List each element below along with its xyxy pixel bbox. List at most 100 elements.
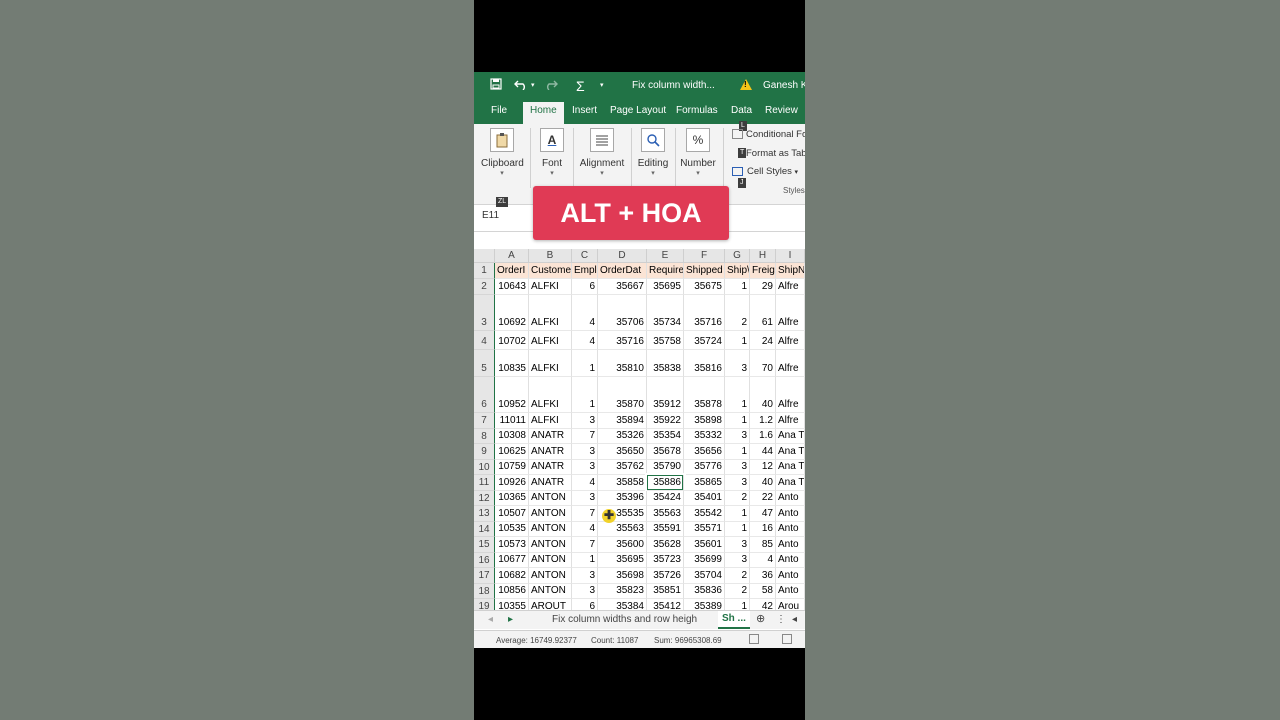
- table-cell[interactable]: Alfre: [776, 279, 805, 295]
- table-cell[interactable]: Ana T: [776, 428, 805, 444]
- table-cell[interactable]: 3: [725, 428, 750, 444]
- table-cell[interactable]: 35563: [598, 521, 647, 537]
- tab-review[interactable]: Review: [765, 105, 798, 116]
- table-cell[interactable]: ANATR: [529, 444, 572, 460]
- table-cell[interactable]: Anto: [776, 521, 805, 537]
- column-header[interactable]: F: [684, 249, 725, 263]
- table-cell[interactable]: 35591: [647, 521, 684, 537]
- table-cell[interactable]: 1: [725, 521, 750, 537]
- header-cell[interactable]: Freig: [750, 263, 776, 279]
- table-cell[interactable]: 35716: [598, 331, 647, 350]
- table-cell[interactable]: 35396: [598, 490, 647, 506]
- tab-page-layout[interactable]: Page Layout: [610, 105, 666, 116]
- table-cell[interactable]: Anto: [776, 583, 805, 599]
- table-cell[interactable]: 35706: [598, 295, 647, 331]
- tab-home[interactable]: Home: [523, 102, 564, 124]
- undo-dropdown-icon[interactable]: ▾: [531, 78, 535, 94]
- table-cell[interactable]: 16: [750, 521, 776, 537]
- table-cell[interactable]: ANTON: [529, 506, 572, 522]
- table-cell[interactable]: 10625: [495, 444, 529, 460]
- column-header[interactable]: D: [598, 249, 647, 263]
- table-cell[interactable]: 1: [572, 377, 598, 413]
- table-cell[interactable]: ALFKI: [529, 413, 572, 429]
- prev-sheet-icon[interactable]: ◂: [488, 614, 493, 625]
- table-cell[interactable]: 35542: [684, 506, 725, 522]
- table-cell[interactable]: 35667: [598, 279, 647, 295]
- row-header[interactable]: 1: [474, 263, 495, 279]
- column-header[interactable]: I: [776, 249, 805, 263]
- table-cell[interactable]: 4: [572, 295, 598, 331]
- table-cell[interactable]: 35326: [598, 428, 647, 444]
- table-cell[interactable]: 3: [725, 475, 750, 491]
- tab-data[interactable]: Data: [731, 105, 752, 116]
- table-cell[interactable]: 7: [572, 537, 598, 553]
- table-cell[interactable]: 35699: [684, 552, 725, 568]
- table-cell[interactable]: 35716: [684, 295, 725, 331]
- add-sheet-icon[interactable]: ⊕: [756, 612, 765, 625]
- name-box[interactable]: E11: [482, 210, 499, 221]
- table-cell[interactable]: 44: [750, 444, 776, 460]
- table-cell[interactable]: 3: [725, 350, 750, 377]
- table-cell[interactable]: 1.6: [750, 428, 776, 444]
- row-header[interactable]: 3: [474, 295, 495, 331]
- table-cell[interactable]: 35571: [684, 521, 725, 537]
- row-header[interactable]: 5: [474, 350, 495, 377]
- table-cell[interactable]: 35723: [647, 552, 684, 568]
- table-cell[interactable]: ALFKI: [529, 377, 572, 413]
- table-cell[interactable]: 47: [750, 506, 776, 522]
- table-cell[interactable]: Alfre: [776, 350, 805, 377]
- column-header[interactable]: H: [750, 249, 776, 263]
- table-cell[interactable]: 3: [572, 459, 598, 475]
- row-header[interactable]: 11: [474, 475, 495, 491]
- table-cell[interactable]: 2: [725, 295, 750, 331]
- table-cell[interactable]: Ana T: [776, 459, 805, 475]
- table-cell[interactable]: 35922: [647, 413, 684, 429]
- table-cell[interactable]: 1.2: [750, 413, 776, 429]
- sheet-tab-fix-column[interactable]: Fix column widths and row heigh: [552, 614, 697, 625]
- row-header[interactable]: 8: [474, 428, 495, 444]
- table-cell[interactable]: ANTON: [529, 568, 572, 584]
- table-cell[interactable]: 12: [750, 459, 776, 475]
- table-cell[interactable]: 35600: [598, 537, 647, 553]
- table-cell[interactable]: 2: [725, 490, 750, 506]
- autosum-icon[interactable]: Σ: [576, 78, 585, 94]
- table-cell[interactable]: ALFKI: [529, 295, 572, 331]
- header-cell[interactable]: Empl: [572, 263, 598, 279]
- table-cell[interactable]: Anto: [776, 568, 805, 584]
- cell-styles-button[interactable]: Cell Styles ▾: [732, 166, 798, 177]
- table-cell[interactable]: 10308: [495, 428, 529, 444]
- table-cell[interactable]: ALFKI: [529, 331, 572, 350]
- table-cell[interactable]: 35563: [647, 506, 684, 522]
- table-cell[interactable]: 10643: [495, 279, 529, 295]
- editing-group[interactable]: Editing ▾: [636, 128, 670, 177]
- table-cell[interactable]: 35758: [647, 331, 684, 350]
- table-cell[interactable]: 3: [572, 583, 598, 599]
- table-cell[interactable]: 10573: [495, 537, 529, 553]
- scroll-left-icon[interactable]: ◂: [792, 614, 797, 625]
- undo-icon[interactable]: [514, 78, 528, 94]
- table-cell[interactable]: 35354: [647, 428, 684, 444]
- row-header[interactable]: 4: [474, 331, 495, 350]
- table-cell[interactable]: 35656: [684, 444, 725, 460]
- table-cell[interactable]: 10759: [495, 459, 529, 475]
- format-as-table-button[interactable]: Format as Tab: [732, 148, 805, 159]
- table-cell[interactable]: 35894: [598, 413, 647, 429]
- table-cell[interactable]: Anto: [776, 490, 805, 506]
- table-cell[interactable]: Alfre: [776, 295, 805, 331]
- table-cell[interactable]: 58: [750, 583, 776, 599]
- table-cell[interactable]: 3: [725, 552, 750, 568]
- header-cell[interactable]: OrderDat: [598, 263, 647, 279]
- table-cell[interactable]: 35776: [684, 459, 725, 475]
- table-cell[interactable]: ANTON: [529, 521, 572, 537]
- header-cell[interactable]: OrderI: [495, 263, 529, 279]
- table-cell[interactable]: 4: [750, 552, 776, 568]
- table-cell[interactable]: 3: [572, 568, 598, 584]
- table-cell[interactable]: 35870: [598, 377, 647, 413]
- redo-icon[interactable]: [544, 78, 558, 94]
- clipboard-group[interactable]: Clipboard ▾: [481, 128, 524, 177]
- tab-formulas[interactable]: Formulas: [676, 105, 718, 116]
- column-header[interactable]: G: [725, 249, 750, 263]
- header-cell[interactable]: Require: [647, 263, 684, 279]
- table-cell[interactable]: 35810: [598, 350, 647, 377]
- table-cell[interactable]: Ana T: [776, 444, 805, 460]
